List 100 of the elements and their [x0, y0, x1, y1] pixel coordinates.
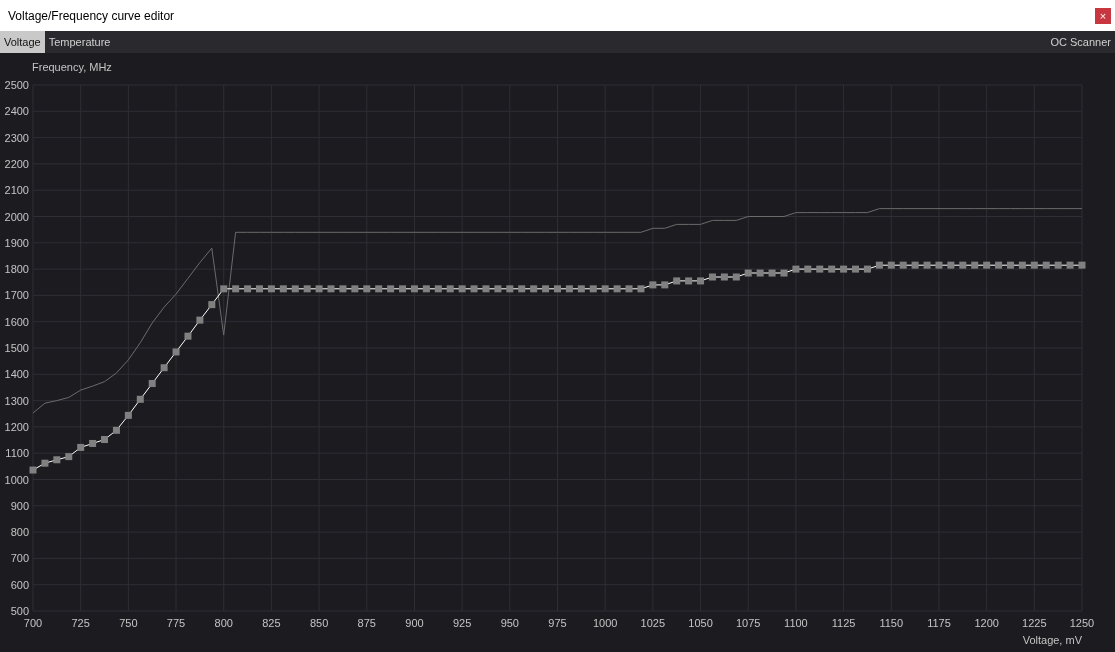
- curve-point[interactable]: [339, 285, 347, 293]
- curve-point[interactable]: [65, 453, 73, 461]
- curve-point[interactable]: [911, 261, 919, 269]
- x-tick-label: 1200: [974, 617, 999, 629]
- curve-point[interactable]: [375, 285, 383, 293]
- curve-point[interactable]: [196, 316, 204, 324]
- curve-point[interactable]: [494, 285, 502, 293]
- y-tick-label: 1900: [4, 236, 29, 249]
- curve-point[interactable]: [434, 285, 442, 293]
- curve-point[interactable]: [399, 285, 407, 293]
- curve-point[interactable]: [637, 285, 645, 293]
- curve-point[interactable]: [530, 285, 538, 293]
- y-tick-label: 1200: [4, 420, 29, 433]
- curve-point[interactable]: [565, 285, 573, 293]
- curve-point[interactable]: [220, 285, 228, 293]
- curve-point[interactable]: [863, 265, 871, 273]
- y-tick-label: 500: [10, 605, 29, 617]
- curve-point[interactable]: [1030, 261, 1038, 269]
- curve-point[interactable]: [112, 426, 120, 434]
- x-tick-label: 1000: [592, 617, 618, 629]
- curve-point[interactable]: [577, 285, 585, 293]
- curve-point[interactable]: [470, 285, 478, 293]
- x-tick-label: 1100: [784, 617, 808, 629]
- curve-point[interactable]: [828, 265, 836, 273]
- curve-point[interactable]: [673, 277, 681, 285]
- curve-point[interactable]: [387, 285, 395, 293]
- x-tick-label: 1250: [1069, 617, 1095, 629]
- curve-point[interactable]: [685, 277, 693, 285]
- curve-point[interactable]: [708, 273, 716, 281]
- x-tick-label: 750: [119, 617, 138, 629]
- curve-point[interactable]: [792, 265, 800, 273]
- curve-point[interactable]: [279, 285, 287, 293]
- y-tick-label: 1300: [4, 394, 29, 407]
- x-tick-label: 825: [262, 617, 281, 629]
- curve-point[interactable]: [947, 261, 955, 269]
- curve-point[interactable]: [899, 261, 907, 269]
- curve-point[interactable]: [935, 261, 943, 269]
- curve-point[interactable]: [208, 301, 216, 309]
- curve-point[interactable]: [160, 364, 168, 372]
- x-tick-label: 700: [23, 617, 43, 629]
- tab[interactable]: Voltage: [0, 31, 45, 53]
- curve-point[interactable]: [506, 285, 514, 293]
- curve-point[interactable]: [804, 265, 812, 273]
- curve-point[interactable]: [887, 261, 895, 269]
- curve-point[interactable]: [41, 459, 49, 467]
- curve-point[interactable]: [363, 285, 371, 293]
- curve-point[interactable]: [1054, 261, 1062, 269]
- curve-point[interactable]: [410, 285, 418, 293]
- curve-point[interactable]: [136, 395, 144, 403]
- window-title: Voltage/Frequency curve editor: [8, 7, 175, 25]
- curve-point[interactable]: [53, 456, 61, 464]
- curve-point[interactable]: [1066, 261, 1074, 269]
- curve-point[interactable]: [184, 332, 192, 340]
- oc-scanner-button[interactable]: OC Scanner: [1046, 31, 1115, 53]
- curve-point[interactable]: [983, 261, 991, 269]
- curve-point[interactable]: [923, 261, 931, 269]
- curve-point[interactable]: [840, 265, 848, 273]
- curve-point[interactable]: [244, 285, 252, 293]
- curve-point[interactable]: [613, 285, 621, 293]
- y-tick-label: 1000: [4, 473, 29, 486]
- curve-point[interactable]: [303, 285, 311, 293]
- curve-point[interactable]: [124, 411, 132, 419]
- y-tick-label: 2100: [4, 184, 29, 197]
- curve-point[interactable]: [422, 285, 430, 293]
- curve-point[interactable]: [291, 285, 299, 293]
- curve-point[interactable]: [661, 281, 669, 289]
- close-button[interactable]: ×: [1095, 7, 1111, 24]
- curve-point[interactable]: [732, 273, 740, 281]
- curve-point[interactable]: [971, 261, 979, 269]
- curve-point[interactable]: [327, 285, 335, 293]
- tab[interactable]: Temperature: [44, 31, 115, 53]
- curve-point[interactable]: [625, 285, 633, 293]
- curve-point[interactable]: [601, 285, 609, 293]
- curve-point[interactable]: [518, 285, 526, 293]
- curve-point[interactable]: [875, 261, 883, 269]
- curve-point[interactable]: [995, 261, 1003, 269]
- y-tick-label: 2300: [4, 131, 29, 144]
- curve-point[interactable]: [1018, 261, 1026, 269]
- curve-point[interactable]: [720, 273, 728, 281]
- curve-point[interactable]: [446, 285, 454, 293]
- curve-point[interactable]: [542, 285, 550, 293]
- curve-point[interactable]: [351, 285, 359, 293]
- x-tick-label: 925: [452, 617, 472, 629]
- curve-point[interactable]: [232, 285, 240, 293]
- curve-point[interactable]: [816, 265, 824, 273]
- curve-point[interactable]: [458, 285, 466, 293]
- curve-point[interactable]: [959, 261, 967, 269]
- x-tick-label: 800: [214, 617, 233, 629]
- curve-point[interactable]: [172, 348, 180, 356]
- curve-point[interactable]: [697, 277, 705, 285]
- curve-point[interactable]: [77, 443, 85, 451]
- curve-point[interactable]: [315, 285, 323, 293]
- curve-point[interactable]: [589, 285, 597, 293]
- curve-point[interactable]: [89, 439, 97, 447]
- curve-point[interactable]: [267, 285, 275, 293]
- x-tick-label: 975: [548, 617, 567, 629]
- y-tick-label: 1600: [4, 315, 29, 328]
- x-tick-label: 900: [405, 617, 424, 629]
- curve-point[interactable]: [482, 285, 490, 293]
- curve-point[interactable]: [1042, 261, 1050, 269]
